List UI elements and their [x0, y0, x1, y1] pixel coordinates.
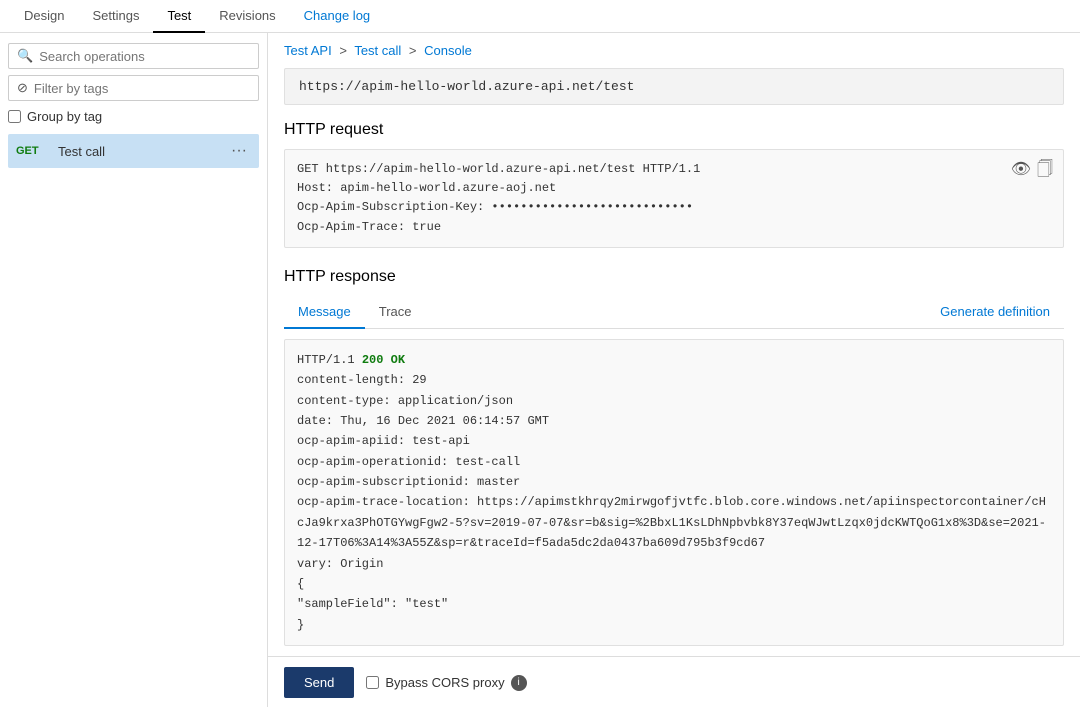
response-status-line: HTTP/1.1 200 OK — [297, 350, 1051, 370]
tab-design[interactable]: Design — [10, 0, 78, 33]
bypass-cors-row: Bypass CORS proxy i — [366, 675, 526, 691]
bypass-cors-label: Bypass CORS proxy — [385, 675, 504, 690]
filter-icon: ⊘ — [17, 80, 28, 96]
operation-name: Test call — [58, 144, 227, 159]
group-by-tag-label: Group by tag — [27, 109, 102, 124]
tab-test[interactable]: Test — [153, 0, 205, 33]
operation-menu-icon[interactable]: ··· — [227, 140, 251, 162]
response-line-6: ocp-apim-trace-location: https://apimstk… — [297, 492, 1051, 553]
response-body: HTTP/1.1 200 OK content-length: 29 conte… — [284, 339, 1064, 646]
request-line4: Ocp-Apim-Trace: true — [297, 218, 1051, 237]
generate-definition-link[interactable]: Generate definition — [926, 296, 1064, 327]
copy-icon[interactable]: 🗍 — [1037, 158, 1053, 184]
breadcrumb: Test API > Test call > Console — [268, 33, 1080, 68]
response-line-10: } — [297, 615, 1051, 635]
send-button[interactable]: Send — [284, 667, 354, 698]
response-tabs: Message Trace Generate definition — [284, 296, 1064, 329]
top-navigation: Design Settings Test Revisions Change lo… — [0, 0, 1080, 33]
tab-settings[interactable]: Settings — [78, 0, 153, 33]
breadcrumb-console: Console — [424, 43, 472, 58]
filter-box[interactable]: ⊘ — [8, 75, 259, 101]
response-line-9: "sampleField": "test" — [297, 594, 1051, 614]
method-badge: GET — [16, 145, 52, 157]
main-content: Test API > Test call > Console https://a… — [268, 33, 1080, 707]
response-line-7: vary: Origin — [297, 554, 1051, 574]
breadcrumb-sep2: > — [409, 43, 417, 58]
response-status-code: 200 OK — [362, 353, 405, 367]
bypass-cors-checkbox[interactable] — [366, 676, 379, 689]
request-box: 👁 🗍 GET https://apim-hello-world.azure-a… — [284, 149, 1064, 248]
response-status-prefix: HTTP/1.1 — [297, 353, 362, 367]
tab-message[interactable]: Message — [284, 296, 365, 329]
breadcrumb-testapi[interactable]: Test API — [284, 43, 332, 58]
bottom-bar: Send Bypass CORS proxy i — [268, 656, 1080, 707]
operation-item[interactable]: GET Test call ··· — [8, 134, 259, 168]
http-response-title: HTTP response — [268, 264, 1080, 296]
info-icon[interactable]: i — [511, 675, 527, 691]
group-by-tag-checkbox[interactable] — [8, 110, 21, 123]
tab-trace[interactable]: Trace — [365, 296, 426, 329]
response-line-2: date: Thu, 16 Dec 2021 06:14:57 GMT — [297, 411, 1051, 431]
search-icon: 🔍 — [17, 48, 33, 64]
breadcrumb-testcall[interactable]: Test call — [354, 43, 401, 58]
response-line-0: content-length: 29 — [297, 370, 1051, 390]
request-box-icons: 👁 🗍 — [1011, 158, 1053, 184]
response-line-1: content-type: application/json — [297, 391, 1051, 411]
tab-changelog[interactable]: Change log — [290, 0, 385, 33]
group-by-tag-row: Group by tag — [8, 109, 259, 124]
request-line3: Ocp-Apim-Subscription-Key: •••••••••••••… — [297, 198, 1051, 217]
eye-icon[interactable]: 👁 — [1011, 158, 1031, 184]
tab-revisions[interactable]: Revisions — [205, 0, 289, 33]
main-layout: 🔍 ⊘ Group by tag GET Test call ··· Test … — [0, 33, 1080, 707]
http-request-title: HTTP request — [268, 117, 1080, 149]
search-input[interactable] — [39, 49, 250, 64]
response-line-3: ocp-apim-apiid: test-api — [297, 431, 1051, 451]
response-line-8: { — [297, 574, 1051, 594]
request-line1: GET https://apim-hello-world.azure-api.n… — [297, 160, 1051, 179]
sidebar: 🔍 ⊘ Group by tag GET Test call ··· — [0, 33, 268, 707]
response-line-4: ocp-apim-operationid: test-call — [297, 452, 1051, 472]
filter-input[interactable] — [34, 81, 250, 96]
response-line-5: ocp-apim-subscriptionid: master — [297, 472, 1051, 492]
request-line2: Host: apim-hello-world.azure-aoj.net — [297, 179, 1051, 198]
breadcrumb-sep1: > — [339, 43, 347, 58]
search-box[interactable]: 🔍 — [8, 43, 259, 69]
url-bar: https://apim-hello-world.azure-api.net/t… — [284, 68, 1064, 105]
